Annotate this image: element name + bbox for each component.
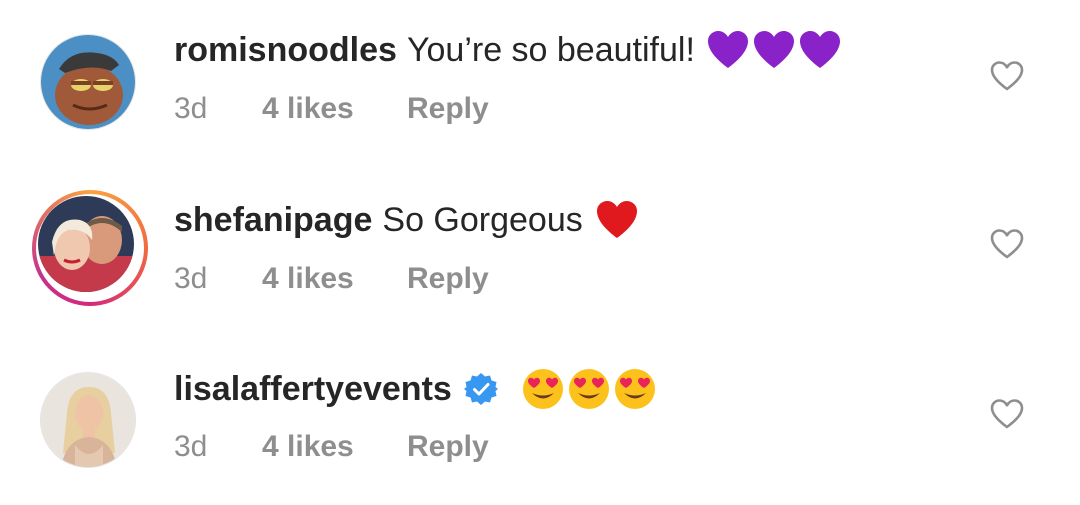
comment-text: So Gorgeous [382,200,583,239]
comment-line: lisalaffertyevents [174,368,656,410]
comment-meta: 3d 4 likes Reply [174,430,489,464]
like-heart-icon[interactable] [990,398,1024,430]
story-ring[interactable] [32,190,148,306]
likes-count[interactable]: 4 likes [262,430,407,464]
comment-time: 3d [174,262,208,295]
username[interactable]: lisalaffertyevents [174,370,452,409]
emoji-group [522,368,656,410]
heart-eyes-face-emoji [568,369,609,409]
avatar-image [40,372,136,468]
avatar [38,196,134,292]
comment-time: 3d [174,430,208,463]
comment-item: lisalaffertyevents 3d 4 likes Reply [0,0,1080,468]
like-heart-icon[interactable] [990,228,1024,260]
heart-eyes-face-emoji [614,369,655,409]
heart-eyes-face-emoji [522,369,563,409]
likes-count[interactable]: 4 likes [262,262,407,296]
username[interactable]: shefanipage [174,201,372,240]
reply-button[interactable]: Reply [407,430,489,464]
red-heart-emoji [596,201,637,238]
comment-line: shefanipage So Gorgeous [174,200,639,240]
avatar[interactable] [40,372,136,468]
emoji-group [595,200,639,240]
comment-meta: 3d 4 likes Reply [174,262,489,296]
verified-badge-icon [463,373,498,405]
reply-button[interactable]: Reply [407,262,489,296]
